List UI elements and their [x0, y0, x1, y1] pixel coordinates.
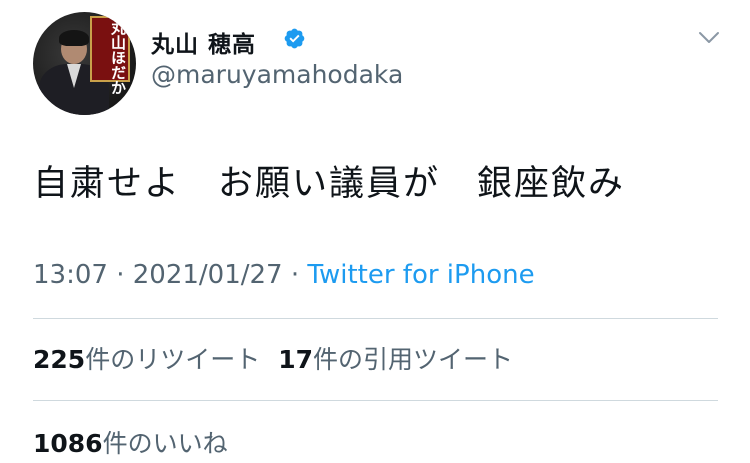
tweet-date[interactable]: 2021/01/27 [133, 260, 283, 290]
engagement-stats: 225件のリツイート 17件の引用ツイート [33, 340, 513, 376]
likes-count: 1086 [33, 429, 103, 458]
verified-badge-icon [284, 28, 305, 49]
divider [33, 400, 718, 401]
divider [33, 318, 718, 319]
retweets-stat[interactable]: 225件のリツイート [33, 345, 260, 374]
retweets-count: 225 [33, 345, 86, 374]
avatar-banner-text: 丸山ほだか [109, 20, 127, 95]
tweet-source-link[interactable]: Twitter for iPhone [307, 260, 534, 290]
quotes-count: 17 [278, 345, 313, 374]
quotes-label: 件の引用ツイート [313, 345, 514, 374]
meta-separator: · [116, 260, 125, 290]
tweet-time[interactable]: 13:07 [33, 260, 108, 290]
avatar[interactable]: 丸山ほだか [33, 12, 136, 115]
quotes-stat[interactable]: 17件の引用ツイート [278, 345, 513, 374]
meta-separator: · [290, 260, 300, 290]
username[interactable]: @maruyamahodaka [151, 60, 403, 89]
display-name[interactable]: 丸山 穂高 [151, 25, 256, 59]
chevron-down-icon[interactable] [697, 26, 721, 50]
tweet-meta: 13:07 · 2021/01/27 · Twitter for iPhone [33, 260, 535, 290]
likes-label: 件のいいね [102, 429, 228, 458]
retweets-label: 件のリツイート [85, 345, 261, 374]
tweet-text: 自粛せよ お願い議員が 銀座飲み [33, 164, 626, 204]
avatar-person-hair [59, 30, 89, 46]
likes-stat[interactable]: 1086件のいいね [33, 424, 228, 460]
